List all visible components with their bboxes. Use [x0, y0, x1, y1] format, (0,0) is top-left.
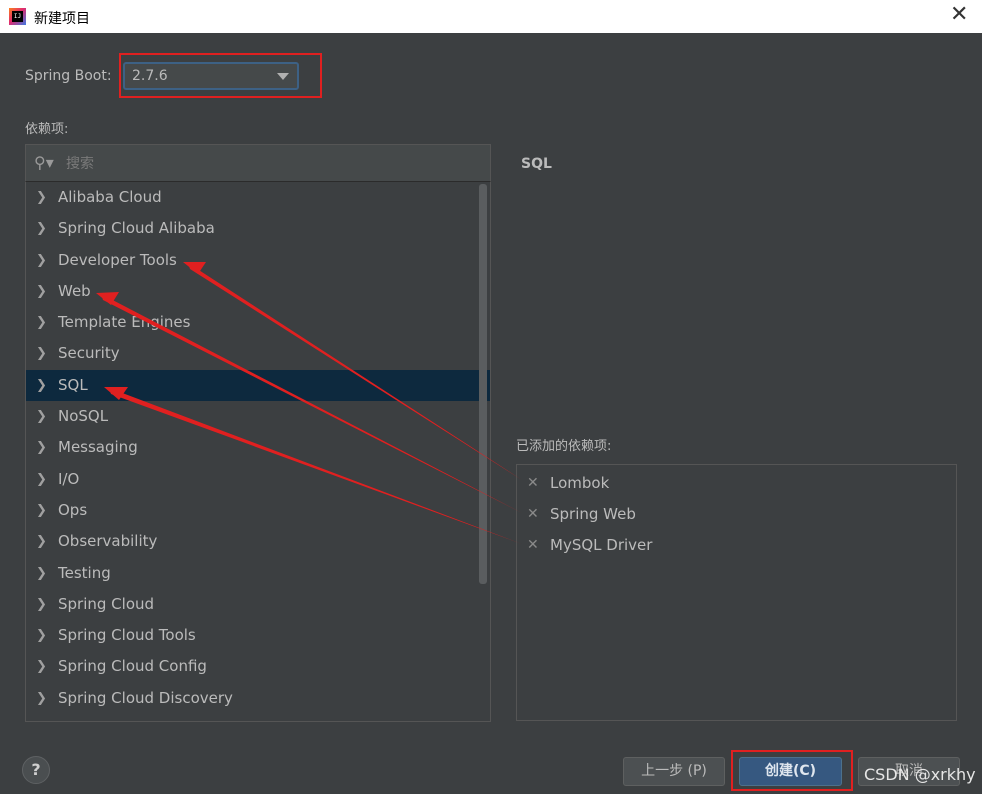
added-dependency-item: ✕ Lombok [517, 468, 956, 499]
category-label: Testing [58, 563, 111, 582]
chevron-right-icon[interactable]: ❯ [36, 620, 47, 651]
remove-icon[interactable]: ✕ [527, 499, 539, 530]
annotation-highlight-version [119, 53, 322, 98]
chevron-right-icon[interactable]: ❯ [36, 526, 47, 557]
category-label: Spring Cloud [58, 594, 155, 613]
added-dependencies-label: 已添加的依赖项: [516, 439, 612, 454]
category-label: Messaging [58, 438, 138, 457]
chevron-right-icon[interactable]: ❯ [36, 182, 47, 213]
dependencies-label: 依赖项: [25, 122, 69, 137]
category-item[interactable]: ❯ Spring Cloud Tools [26, 620, 490, 651]
category-label: NoSQL [58, 407, 109, 426]
category-label: Spring Cloud Alibaba [58, 219, 215, 238]
added-dependency-label: MySQL Driver [550, 536, 653, 554]
category-label: Alibaba Cloud [58, 188, 162, 206]
category-item[interactable]: ❯ Observability [26, 526, 490, 557]
window-title: 新建项目 [34, 11, 90, 27]
category-label: SQL [58, 375, 88, 394]
added-dependency-item: ✕ MySQL Driver [517, 530, 956, 561]
close-icon[interactable]: ✕ [950, 2, 968, 27]
category-label: Observability [58, 532, 158, 551]
detail-title: SQL [521, 156, 552, 172]
added-dependency-item: ✕ Spring Web [517, 499, 956, 530]
chevron-right-icon[interactable]: ❯ [36, 432, 47, 463]
chevron-right-icon[interactable]: ❯ [36, 558, 47, 589]
dependency-search-input[interactable] [64, 151, 468, 177]
chevron-right-icon[interactable]: ❯ [36, 651, 47, 682]
category-item[interactable]: ❯ Spring Cloud [26, 589, 490, 620]
added-dependencies-list: ✕ Lombok ✕ Spring Web ✕ MySQL Driver [516, 464, 957, 721]
category-item[interactable]: ❯ Web [26, 276, 490, 307]
chevron-right-icon[interactable]: ❯ [36, 401, 47, 432]
previous-button[interactable]: 上一步 (P) [623, 757, 725, 786]
category-item[interactable]: ❯ Testing [26, 558, 490, 589]
added-dependency-label: Spring Web [550, 505, 636, 523]
category-item[interactable]: ❯ Security [26, 338, 490, 369]
spring-boot-label: Spring Boot: [25, 68, 112, 84]
category-label: Security [58, 344, 120, 363]
dependency-search: ⚲▾ [25, 144, 491, 182]
search-icon[interactable]: ⚲▾ [34, 153, 54, 172]
category-item[interactable]: ❯ Developer Tools [26, 245, 490, 276]
category-item[interactable]: ❯ Messaging [26, 432, 490, 463]
category-label: Spring Cloud Config [58, 657, 207, 676]
category-label: Spring Cloud Tools [58, 626, 196, 645]
category-label: I/O [58, 469, 80, 488]
category-item[interactable]: ❯ NoSQL [26, 401, 490, 432]
remove-icon[interactable]: ✕ [527, 468, 539, 499]
category-item[interactable]: ❯ Ops [26, 495, 490, 526]
category-item[interactable]: ❯ Spring Cloud Alibaba [26, 213, 490, 244]
watermark: CSDN @xrkhy [864, 765, 976, 784]
chevron-right-icon[interactable]: ❯ [36, 464, 47, 495]
chevron-right-icon[interactable]: ❯ [36, 307, 47, 338]
chevron-right-icon[interactable]: ❯ [36, 589, 47, 620]
dependency-category-list[interactable]: ❯ Alibaba Cloud ❯ Spring Cloud Alibaba ❯ Deve… [25, 182, 491, 722]
category-label: Developer Tools [58, 250, 177, 269]
category-item[interactable]: ❯ Spring Cloud Discovery [26, 683, 490, 714]
category-item[interactable]: ❯ Alibaba Cloud [26, 182, 490, 213]
added-dependency-label: Lombok [550, 474, 610, 492]
list-scrollbar[interactable] [479, 184, 487, 584]
category-item[interactable]: ❯ Template Engines [26, 307, 490, 338]
category-label: Ops [58, 500, 88, 519]
chevron-right-icon[interactable]: ❯ [36, 370, 47, 401]
category-label: Template Engines [58, 313, 191, 332]
remove-icon[interactable]: ✕ [527, 530, 539, 561]
chevron-right-icon[interactable]: ❯ [36, 213, 47, 244]
category-item[interactable]: ❯ SQL [26, 369, 490, 402]
help-button[interactable]: ? [22, 756, 50, 784]
chevron-right-icon[interactable]: ❯ [36, 495, 47, 526]
chevron-right-icon[interactable]: ❯ [36, 683, 47, 714]
intellij-logo-icon: IJ [9, 8, 26, 25]
category-label: Spring Cloud Discovery [58, 688, 233, 707]
chevron-right-icon[interactable]: ❯ [36, 276, 47, 307]
category-item[interactable]: ❯ I/O [26, 464, 490, 495]
title-bar: IJ 新建项目 ✕ [0, 0, 982, 33]
chevron-right-icon[interactable]: ❯ [36, 338, 47, 369]
category-item[interactable]: ❯ Spring Cloud Config [26, 651, 490, 682]
annotation-highlight-create [731, 750, 853, 791]
chevron-right-icon[interactable]: ❯ [36, 245, 47, 276]
category-label: Web [58, 281, 91, 300]
